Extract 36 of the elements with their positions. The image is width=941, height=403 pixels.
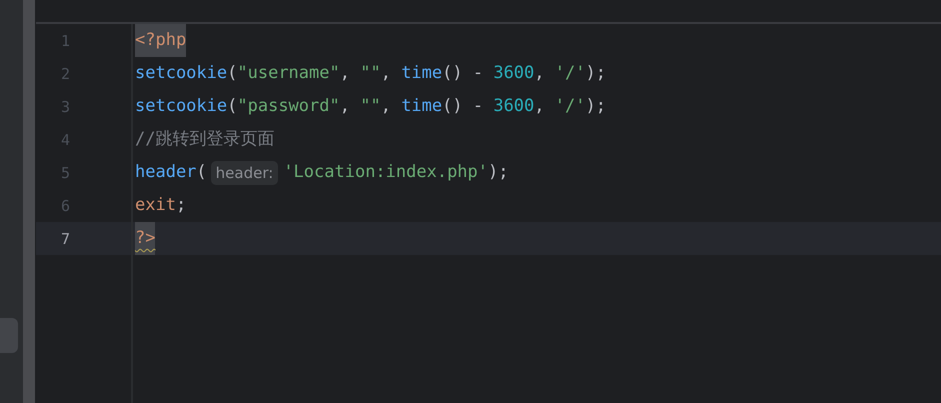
code-text: () -: [442, 95, 484, 118]
code-text: );: [585, 95, 606, 118]
code-text: ,: [380, 95, 392, 118]
code-string: "": [360, 62, 381, 85]
parameter-hint: header:: [210, 160, 278, 184]
code-text: () -: [442, 62, 484, 85]
code-function: time: [401, 62, 442, 85]
panel-tab[interactable]: [0, 318, 18, 353]
code-function: header: [135, 161, 196, 184]
code-string: "": [360, 95, 381, 118]
code-text: ,: [534, 95, 546, 118]
code-text: (: [196, 161, 207, 184]
code-function: setcookie: [135, 95, 228, 118]
code-text: ;: [176, 194, 186, 217]
code-string: "password": [237, 95, 340, 118]
code-text: ,: [340, 62, 351, 85]
code-string: '/': [554, 62, 586, 85]
line-number: 7: [60, 230, 70, 248]
code-text: ,: [380, 62, 392, 85]
code-keyword: ?>: [135, 222, 156, 255]
code-text: ,: [534, 62, 546, 85]
code-text: );: [585, 62, 606, 85]
code-keyword: <?php: [135, 24, 186, 57]
code-text: ,: [340, 95, 351, 118]
code-string: 'Location:index.php': [283, 161, 488, 184]
code-keyword: exit: [135, 194, 176, 217]
code-number: 3600: [493, 95, 534, 118]
code-function: setcookie: [135, 62, 228, 85]
code-text: );: [488, 161, 508, 184]
code-string: "username": [237, 62, 340, 85]
code-function: time: [401, 95, 442, 118]
code-text: (: [227, 95, 238, 118]
code-text: (: [227, 62, 238, 85]
code-string: '/': [554, 95, 586, 118]
code-number: 3600: [493, 62, 534, 85]
code-comment: //跳转到登录页面: [135, 128, 274, 151]
